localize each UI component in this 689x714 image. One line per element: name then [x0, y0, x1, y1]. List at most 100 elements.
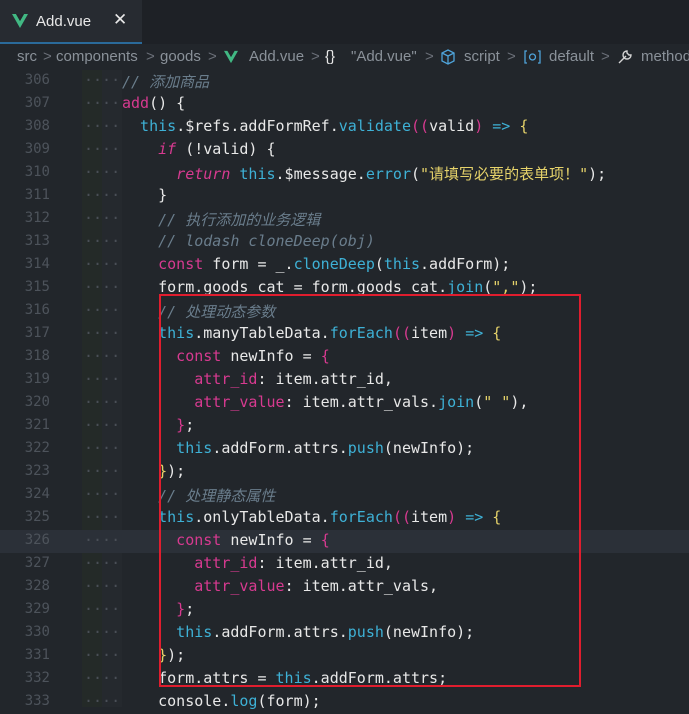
code-text: this.addForm.attrs.push(newInfo);: [122, 439, 474, 457]
whitespace-marker: ····: [84, 255, 121, 273]
breadcrumb-separator: >: [311, 48, 320, 65]
code-token: ): [474, 117, 493, 135]
line-number: 307: [24, 95, 50, 111]
code-token: form.goods_cat = form.goods_cat.: [122, 278, 448, 296]
breadcrumb-item-file[interactable]: Add.vue: [249, 48, 304, 65]
code-line[interactable]: 314 const form = _.cloneDeep(this.addFor…: [0, 254, 689, 277]
code-line[interactable]: 315 form.goods_cat = form.goods_cat.join…: [0, 277, 689, 300]
breadcrumb-item-src[interactable]: src: [17, 48, 37, 65]
code-text: form.goods_cat = form.goods_cat.join(","…: [122, 278, 537, 296]
code-token: {: [320, 531, 330, 549]
cube-icon: [441, 49, 455, 65]
line-number: 324: [24, 486, 50, 502]
code-text: // 处理动态参数: [122, 301, 275, 322]
whitespace-marker: ····: [84, 554, 121, 572]
line-number: 309: [24, 141, 50, 157]
code-line[interactable]: 311 } ····: [0, 185, 689, 208]
code-line[interactable]: 323 }); ····: [0, 461, 689, 484]
code-line[interactable]: 331 }); ····: [0, 645, 689, 668]
code-token: .addForm.attrs.: [212, 623, 348, 641]
code-line[interactable]: 312 // 执行添加的业务逻辑 ····: [0, 208, 689, 231]
code-token: join: [438, 393, 475, 411]
code-token: // 执行添加的业务逻辑: [122, 211, 321, 229]
line-number: 320: [24, 394, 50, 410]
code-line[interactable]: 313 // lodash cloneDeep(obj) ····: [0, 231, 689, 254]
tab-bar: Add.vue ✕: [0, 0, 689, 44]
breadcrumb-item-goods[interactable]: goods: [160, 48, 201, 65]
code-token: this: [122, 508, 195, 526]
code-token: =>: [465, 508, 484, 526]
whitespace-marker: ····: [84, 600, 121, 618]
code-token: (: [483, 278, 493, 296]
code-line[interactable]: 306 // 添加商品 ····: [0, 70, 689, 93]
code-line[interactable]: 307 add() {····: [0, 93, 689, 116]
code-token: push: [347, 623, 384, 641]
breadcrumb-separator: >: [208, 48, 217, 65]
breadcrumb-item-methods[interactable]: methods: [641, 48, 689, 65]
code-token: return: [122, 165, 231, 183]
code-line[interactable]: 317 this.manyTableData.forEach((item) =>…: [0, 323, 689, 346]
code-line[interactable]: 325 this.onlyTableData.forEach((item) =>…: [0, 507, 689, 530]
whitespace-marker: ····: [84, 462, 121, 480]
whitespace-marker: ····: [84, 370, 121, 388]
code-line[interactable]: 324 // 处理静态属性 ····: [0, 484, 689, 507]
whitespace-marker: ····: [84, 669, 121, 687]
code-line[interactable]: 318 const newInfo = {····: [0, 346, 689, 369]
code-token: (: [411, 165, 421, 183]
code-token: {: [320, 347, 330, 365]
code-token: );: [167, 462, 186, 480]
code-text: this.$refs.addFormRef.validate((valid) =…: [122, 117, 528, 135]
code-token: this: [122, 324, 195, 342]
code-line[interactable]: 329 }; ····: [0, 599, 689, 622]
line-number: 326: [24, 532, 50, 548]
code-line[interactable]: 330 this.addForm.attrs.push(newInfo); ···…: [0, 622, 689, 645]
code-token: validate: [338, 117, 411, 135]
code-line[interactable]: 316 // 处理动态参数 ····: [0, 300, 689, 323]
code-line[interactable]: 309 if (!valid) {····: [0, 139, 689, 162]
code-line[interactable]: 328 attr_value: item.attr_vals, ····: [0, 576, 689, 599]
whitespace-marker: ····: [84, 623, 121, 641]
breadcrumb-item-script[interactable]: script: [464, 48, 500, 65]
code-token: this: [122, 623, 213, 641]
code-text: this.addForm.attrs.push(newInfo);: [122, 623, 474, 641]
code-line[interactable]: 322 this.addForm.attrs.push(newInfo); ···…: [0, 438, 689, 461]
code-token: console.: [122, 692, 231, 710]
code-line[interactable]: 310 return this.$message.error("请填写必要的表单…: [0, 162, 689, 185]
whitespace-marker: ····: [84, 577, 121, 595]
code-token: this: [122, 117, 177, 135]
whitespace-marker: ····: [84, 416, 121, 434]
code-token: forEach: [329, 324, 393, 342]
breadcrumb-separator: >: [425, 48, 434, 65]
breadcrumb-item-components[interactable]: components: [56, 48, 138, 65]
line-number: 332: [24, 670, 50, 686]
code-line[interactable]: 326 const newInfo = {····: [0, 530, 689, 553]
code-token: }: [122, 646, 168, 664]
code-token: ",": [492, 278, 520, 296]
code-line[interactable]: 320 attr_value: item.attr_vals.join(" ")…: [0, 392, 689, 415]
code-token: {: [510, 117, 529, 135]
code-text: attr_id: item.attr_id,: [122, 370, 393, 388]
whitespace-marker: ····: [84, 439, 121, 457]
code-line[interactable]: 321 }; ····: [0, 415, 689, 438]
tab-title: Add.vue: [36, 13, 92, 30]
code-editor[interactable]: 306// 添加商品 ···· 307 add() {···· 308 this.$re…: [0, 70, 689, 710]
code-text: // 添加商品: [122, 71, 209, 92]
line-number: 331: [24, 647, 50, 663]
code-token: if: [122, 140, 177, 158]
code-token: ): [447, 508, 466, 526]
code-line[interactable]: 308 this.$refs.addFormRef.validate((vali…: [0, 116, 689, 139]
breadcrumb-item-default[interactable]: default: [549, 48, 594, 65]
tab-add-vue[interactable]: Add.vue ✕: [0, 0, 142, 44]
close-icon[interactable]: ✕: [113, 10, 127, 30]
code-line[interactable]: 332 form.attrs = this.addForm.attrs; ····: [0, 668, 689, 691]
breadcrumb-item-component[interactable]: "Add.vue": [351, 48, 417, 65]
code-token: }: [122, 186, 168, 204]
code-line[interactable]: 327 attr_id: item.attr_id, ····: [0, 553, 689, 576]
line-number: 329: [24, 601, 50, 617]
code-token: ),: [510, 393, 529, 411]
code-line[interactable]: 319 attr_id: item.attr_id, ····: [0, 369, 689, 392]
line-number: 330: [24, 624, 50, 640]
code-token: form.attrs =: [122, 669, 276, 687]
code-line[interactable]: 333 console.log(form); ····: [0, 691, 689, 714]
code-text: };: [122, 600, 194, 618]
